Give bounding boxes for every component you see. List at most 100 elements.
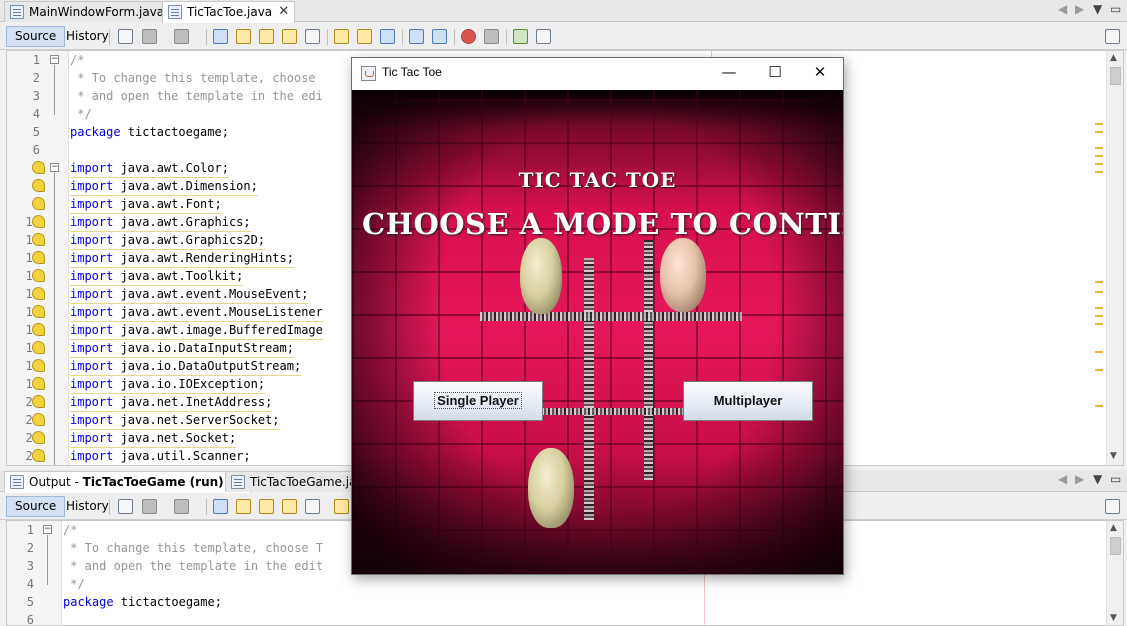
vertical-scrollbar[interactable]: ▲ ▼ <box>1106 521 1123 625</box>
game-window: Tic Tac Toe — ☐ ✕ TIC TAC TOE CHOOSE A M… <box>351 57 844 575</box>
multiplayer-button[interactable]: Multiplayer <box>683 381 813 421</box>
scrollbar-thumb[interactable] <box>1110 67 1121 85</box>
warning-bulb-icon[interactable] <box>32 269 45 282</box>
game-subtitle: CHOOSE A MODE TO CONTINUE <box>362 207 843 241</box>
previous-bookmark-icon[interactable] <box>334 499 349 514</box>
scroll-up-icon[interactable]: ▲ <box>1110 53 1117 63</box>
forward-icon[interactable] <box>174 29 189 44</box>
warning-bulb-icon[interactable] <box>32 341 45 354</box>
toolbar-separator <box>327 29 328 45</box>
split-window-icon[interactable] <box>1105 499 1120 514</box>
tab-list-icon[interactable]: ▼ <box>1093 2 1102 16</box>
close-icon[interactable]: ✕ <box>797 58 843 88</box>
warning-bulb-icon[interactable] <box>32 431 45 444</box>
error-stripe[interactable] <box>1095 51 1103 465</box>
editor-toolbar: Source History <box>0 23 1127 50</box>
warning-bulb-icon[interactable] <box>32 251 45 264</box>
find-next-icon[interactable] <box>259 29 274 44</box>
tab-list-icon[interactable]: ▼ <box>1093 472 1102 486</box>
toolbar-separator <box>109 29 110 45</box>
restore-window-icon[interactable]: ▭ <box>1110 472 1121 486</box>
scrollbar-thumb[interactable] <box>1110 537 1121 555</box>
java-file-icon <box>231 475 245 489</box>
split-window-icon[interactable] <box>1105 29 1120 44</box>
warning-bulb-icon[interactable] <box>32 179 45 192</box>
scroll-right-icon[interactable]: ▶ <box>1075 2 1084 16</box>
toggle-rect-selection-icon[interactable] <box>305 499 320 514</box>
start-macro-icon[interactable] <box>461 29 476 44</box>
warning-bulb-icon[interactable] <box>32 287 45 300</box>
uncomment-icon[interactable] <box>536 29 551 44</box>
tab-label: MainWindowForm.java <box>29 5 165 19</box>
board-line <box>584 258 594 520</box>
scroll-left-icon[interactable]: ◀ <box>1058 2 1067 16</box>
board-line <box>644 240 653 480</box>
stop-macro-icon[interactable] <box>484 29 499 44</box>
multiplayer-label: Multiplayer <box>713 393 783 408</box>
apple-piece <box>520 238 562 314</box>
forward-icon[interactable] <box>174 499 189 514</box>
java-file-icon <box>10 5 24 19</box>
warning-bulb-icon[interactable] <box>32 413 45 426</box>
back-icon[interactable] <box>142 29 157 44</box>
toolbar-separator <box>206 499 207 515</box>
window-titlebar[interactable]: Tic Tac Toe — ☐ ✕ <box>352 58 843 88</box>
warning-bulb-icon[interactable] <box>32 449 45 462</box>
warning-bulb-icon[interactable] <box>32 305 45 318</box>
window-title: Tic Tac Toe <box>382 65 442 79</box>
shift-left-icon[interactable] <box>409 29 424 44</box>
restore-window-icon[interactable]: ▭ <box>1110 2 1121 16</box>
find-icon[interactable] <box>213 499 228 514</box>
scroll-down-icon[interactable]: ▼ <box>1110 451 1117 461</box>
scroll-left-icon[interactable]: ◀ <box>1058 472 1067 486</box>
vertical-scrollbar[interactable]: ▲ ▼ <box>1106 51 1123 465</box>
tab-mainwindowform[interactable]: MainWindowForm.java ✕ <box>4 1 188 22</box>
shift-right-icon[interactable] <box>432 29 447 44</box>
code-line: 4 */ <box>26 577 85 591</box>
toggle-highlight-icon[interactable] <box>282 499 297 514</box>
warning-bulb-icon[interactable] <box>32 395 45 408</box>
find-next-icon[interactable] <box>259 499 274 514</box>
toolbar-separator <box>206 29 207 45</box>
warning-bulb-icon[interactable] <box>32 215 45 228</box>
code-line: 5 package tictactoegame; <box>26 595 222 609</box>
apple-piece <box>528 448 574 528</box>
warning-bulb-icon[interactable] <box>32 377 45 390</box>
warning-bulb-icon[interactable] <box>32 233 45 246</box>
find-previous-icon[interactable] <box>236 29 251 44</box>
single-player-label: Single Player <box>434 392 522 409</box>
single-player-button[interactable]: Single Player <box>413 381 543 421</box>
warning-bulb-icon[interactable] <box>32 323 45 336</box>
toolbar-separator <box>402 29 403 45</box>
scroll-up-icon[interactable]: ▲ <box>1110 523 1117 533</box>
warning-bulb-icon[interactable] <box>32 359 45 372</box>
comment-icon[interactable] <box>513 29 528 44</box>
back-icon[interactable] <box>142 499 157 514</box>
tab-tictactoe[interactable]: TicTacToe.java ✕ <box>162 1 296 23</box>
game-canvas[interactable]: TIC TAC TOE CHOOSE A MODE TO CONTINUE Si… <box>352 90 843 574</box>
apple-piece <box>660 238 706 312</box>
scroll-down-icon[interactable]: ▼ <box>1110 613 1117 623</box>
toolbar-separator <box>454 29 455 45</box>
last-edit-icon[interactable] <box>118 29 133 44</box>
java-app-icon <box>361 66 376 81</box>
toggle-highlight-icon[interactable] <box>282 29 297 44</box>
toggle-bookmark-icon[interactable] <box>380 29 395 44</box>
next-bookmark-icon[interactable] <box>357 29 372 44</box>
minimize-icon[interactable]: — <box>706 58 752 88</box>
toolbar-separator <box>109 499 110 515</box>
previous-bookmark-icon[interactable] <box>334 29 349 44</box>
maximize-icon[interactable]: ☐ <box>752 58 798 88</box>
game-title: TIC TAC TOE <box>518 168 677 192</box>
tab-label-prefix: Output - <box>29 475 83 489</box>
toggle-rect-selection-icon[interactable] <box>305 29 320 44</box>
last-edit-icon[interactable] <box>118 499 133 514</box>
scroll-right-icon[interactable]: ▶ <box>1075 472 1084 486</box>
warning-bulb-icon[interactable] <box>32 197 45 210</box>
close-icon[interactable]: ✕ <box>278 2 289 22</box>
tab-output[interactable]: Output - TicTacToeGame (run) ✕ <box>4 471 251 493</box>
output-window-icon <box>10 475 24 489</box>
warning-bulb-icon[interactable] <box>32 161 45 174</box>
find-icon[interactable] <box>213 29 228 44</box>
find-previous-icon[interactable] <box>236 499 251 514</box>
